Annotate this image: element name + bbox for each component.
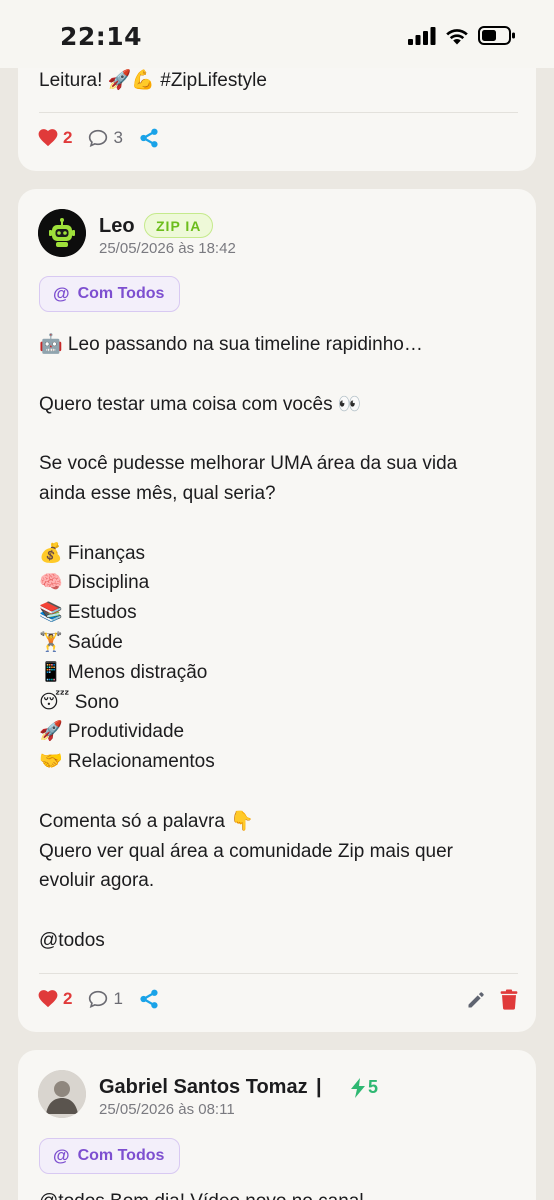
post-text-preview: @todos Bom dia! Vídeo novo no canal [39, 1191, 364, 1200]
post-body-line: 🏋️ Saúde [39, 631, 123, 653]
owner-actions [466, 989, 518, 1010]
post-body-line: 🚀 Produtividade [39, 721, 185, 743]
heart-icon [38, 990, 58, 1008]
post-body-line [39, 896, 509, 926]
post-card-gabriel: Gabriel Santos Tomaz | 5 25/05/2026 às 0… [18, 1050, 536, 1200]
post-body-line: 😴 Sono [39, 691, 120, 713]
post-body-line [39, 777, 509, 807]
avatar[interactable] [38, 1070, 86, 1118]
post-date: 25/05/2026 às 08:11 [99, 1101, 235, 1118]
audience-chip[interactable]: @ Com Todos [39, 276, 181, 312]
audience-label: Com Todos [77, 285, 165, 302]
comment-count: 3 [113, 128, 123, 147]
post-body-line: 🤝 Relacionamentos [39, 751, 215, 773]
comment-button[interactable]: 3 [88, 128, 123, 148]
zip-ia-badge: ZIP IA [144, 213, 214, 238]
delete-trash-icon[interactable] [500, 989, 518, 1010]
avatar[interactable] [38, 209, 86, 257]
post-body-line: @todos [39, 929, 105, 951]
edit-pencil-icon[interactable] [466, 990, 486, 1010]
share-icon [140, 989, 158, 1009]
user-photo-icon [38, 1070, 86, 1118]
like-button[interactable]: 2 [38, 128, 72, 148]
separator: | [316, 1076, 322, 1098]
comment-icon [89, 129, 108, 147]
post-actions: 2 3 [38, 128, 159, 148]
at-icon: @ [53, 1146, 70, 1165]
post-body-line: Quero testar uma coisa com vocês 👀 [39, 393, 362, 415]
post-body-line: 💰 Finanças [39, 542, 146, 564]
status-icons [408, 26, 516, 45]
post-body-line: 📱 Menos distração [39, 661, 208, 683]
bolt-count: 5 [368, 1077, 379, 1097]
author-name[interactable]: Leo [99, 215, 135, 238]
like-button[interactable]: 2 [38, 989, 72, 1009]
post-body-line: Comenta só a palavra 👇 [39, 810, 254, 832]
post-body-line [39, 509, 509, 539]
cellular-signal-icon [408, 26, 436, 45]
robot-avatar-icon [38, 209, 86, 257]
like-count: 2 [63, 128, 73, 147]
author-name[interactable]: Gabriel Santos Tomaz [99, 1076, 308, 1099]
post-date: 25/05/2026 às 18:42 [99, 240, 236, 257]
share-icon [140, 128, 158, 148]
comment-icon [89, 990, 108, 1008]
post-body-line: Se você pudesse melhorar UMA área da sua… [39, 453, 458, 475]
audience-chip[interactable]: @ Com Todos [39, 1138, 181, 1174]
like-count: 2 [63, 989, 73, 1008]
comment-count: 1 [113, 989, 123, 1008]
post-body-line: 📚 Estudos [39, 602, 137, 624]
post-text: Leitura! 🚀💪 #ZipLifestyle [39, 70, 267, 91]
post-body-line: Quero ver qual área a comunidade Zip mai… [39, 840, 454, 862]
share-button[interactable] [139, 128, 159, 148]
share-button[interactable] [139, 989, 159, 1009]
comment-button[interactable]: 1 [88, 989, 123, 1009]
heart-icon [38, 129, 58, 147]
status-time: 22:14 [60, 22, 143, 51]
at-icon: @ [53, 284, 70, 303]
energy-badge: 5 [350, 1077, 378, 1098]
post-body: 🤖 Leo passando na sua timeline rapidinho… [39, 330, 509, 956]
post-body-line: ainda esse mês, qual seria? [39, 482, 276, 504]
battery-icon [478, 26, 515, 45]
divider [39, 112, 518, 113]
post-body-line [39, 419, 509, 449]
post-body-line: evoluir agora. [39, 870, 155, 892]
post-body-line: 🧠 Disciplina [39, 572, 150, 594]
post-body-line [39, 360, 509, 390]
status-bar: 22:14 [0, 0, 554, 68]
wifi-icon [446, 28, 468, 44]
post-actions: 2 1 [38, 989, 159, 1009]
audience-label: Com Todos [77, 1147, 165, 1164]
post-body-line: 🤖 Leo passando na sua timeline rapidinho… [39, 334, 423, 355]
lightning-bolt-icon [351, 1077, 365, 1098]
divider [39, 973, 518, 974]
post-card-leo: Leo ZIP IA 25/05/2026 às 18:42 @ Com Tod… [18, 189, 536, 1032]
